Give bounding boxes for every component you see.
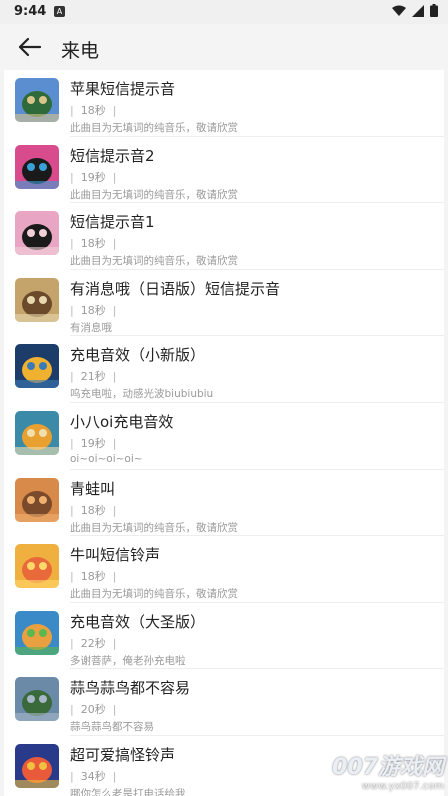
ringtone-meta: | 22秒 |	[70, 636, 117, 650]
ringtone-duration: 34秒	[80, 769, 106, 783]
ringtone-duration: 22秒	[80, 636, 106, 650]
ringtone-meta: | 19秒 |	[70, 170, 117, 184]
ringtone-name: 充电音效（大圣版）	[70, 612, 206, 631]
ringtone-duration: 18秒	[80, 570, 106, 584]
ringtone-name: 短信提示音1	[70, 213, 155, 232]
ringtone-description: 多谢菩萨，俺老孙充电啦	[70, 654, 186, 667]
ringtone-duration: 18秒	[80, 503, 106, 517]
watermark-logo: 007游戏网	[332, 755, 444, 780]
ringtone-list-item[interactable]: 有消息哦（日语版）短信提示音 | 18秒 | 有消息哦	[4, 270, 444, 337]
ringtone-meta: | 19秒 |	[70, 436, 117, 450]
ringtone-description: oi~oi~oi~oi~	[70, 452, 143, 465]
ringtone-list-item[interactable]: 充电音效（大圣版） | 22秒 | 多谢菩萨，俺老孙充电啦	[4, 603, 444, 670]
ringtone-list-item[interactable]: 苹果短信提示音 | 18秒 | 此曲目为无填词的纯音乐，敬请欣赏	[4, 70, 444, 137]
ringtone-name: 短信提示音2	[70, 146, 155, 165]
app-bar: 来电	[0, 24, 448, 70]
ringtone-duration: 19秒	[80, 170, 106, 184]
ringtone-meta: | 21秒 |	[70, 370, 117, 384]
ringtone-meta: | 18秒 |	[70, 237, 117, 251]
status-time: 9:44	[14, 4, 47, 19]
ringtone-meta: | 20秒 |	[70, 703, 117, 717]
ringtone-duration: 18秒	[80, 104, 106, 117]
ringtone-description: 哪你怎么老是打电话给我	[70, 787, 186, 796]
ringtone-description: 蒜鸟蒜鸟都不容易	[70, 721, 154, 734]
ringtone-cover-thumbnail	[15, 344, 59, 389]
ringtone-list-item[interactable]: 短信提示音2 | 19秒 | 此曲目为无填词的纯音乐，敬请欣赏	[4, 137, 444, 204]
page-title: 来电	[61, 40, 100, 62]
ringtone-duration: 21秒	[80, 370, 106, 384]
watermark: 007游戏网 www.yx007.com	[332, 749, 444, 792]
battery-icon	[430, 4, 438, 17]
status-bar: 9:44 A	[0, 0, 448, 24]
ringtone-meta: | 34秒 |	[70, 769, 117, 783]
ringtone-meta: | 18秒 |	[70, 104, 117, 117]
ringtone-name: 超可爱搞怪铃声	[70, 745, 176, 764]
ringtone-list-item[interactable]: 充电音效（小新版） | 21秒 | 呜充电啦，动感光波biubiubiu	[4, 336, 444, 403]
ringtone-description: 此曲目为无填词的纯音乐，敬请欣赏	[70, 255, 238, 268]
ringtone-name: 蒜鸟蒜鸟都不容易	[70, 679, 191, 698]
ringtone-list-item[interactable]: 青蛙叫 | 18秒 | 此曲目为无填词的纯音乐，敬请欣赏	[4, 470, 444, 537]
ringtone-cover-thumbnail	[15, 410, 59, 455]
ringtone-description: 呜充电啦，动感光波biubiubiu	[70, 388, 214, 401]
ringtone-name: 苹果短信提示音	[70, 80, 176, 98]
ringtone-name: 有消息哦（日语版）短信提示音	[70, 279, 281, 298]
ringtone-cover-thumbnail	[15, 477, 59, 522]
ringtone-list-item[interactable]: 蒜鸟蒜鸟都不容易 | 20秒 | 蒜鸟蒜鸟都不容易	[4, 669, 444, 736]
ringtone-duration: 18秒	[80, 303, 106, 317]
ringtone-meta: | 18秒 |	[70, 303, 117, 317]
notification-app-icon: A	[54, 6, 65, 17]
ringtone-cover-thumbnail	[15, 277, 59, 322]
ringtone-description: 此曲目为无填词的纯音乐，敬请欣赏	[70, 588, 238, 601]
status-icons	[392, 4, 438, 17]
ringtone-cover-thumbnail	[15, 211, 59, 256]
ringtone-name: 青蛙叫	[70, 479, 116, 498]
ringtone-name: 牛叫短信铃声	[70, 546, 161, 565]
ringtone-description: 此曲目为无填词的纯音乐，敬请欣赏	[70, 122, 238, 134]
ringtone-list-item[interactable]: 牛叫短信铃声 | 18秒 | 此曲目为无填词的纯音乐，敬请欣赏	[4, 536, 444, 603]
ringtone-description: 有消息哦	[70, 321, 112, 334]
ringtone-cover-thumbnail	[15, 144, 59, 189]
ringtone-cover-thumbnail	[15, 78, 59, 122]
back-arrow-icon[interactable]	[16, 35, 44, 59]
ringtone-meta: | 18秒 |	[70, 570, 117, 584]
ringtone-cover-thumbnail	[15, 677, 59, 722]
ringtone-duration: 18秒	[80, 237, 106, 251]
ringtone-duration: 19秒	[80, 436, 106, 450]
ringtone-list[interactable]: 苹果短信提示音 | 18秒 | 此曲目为无填词的纯音乐，敬请欣赏 短信提示音2 …	[4, 70, 444, 796]
signal-icon	[412, 4, 424, 17]
ringtone-cover-thumbnail	[15, 544, 59, 589]
ringtone-description: 此曲目为无填词的纯音乐，敬请欣赏	[70, 188, 238, 201]
watermark-url: www.yx007.com	[361, 781, 444, 792]
ringtone-cover-thumbnail	[15, 743, 59, 788]
ringtone-name: 小八oi充电音效	[70, 412, 174, 431]
ringtone-list-item[interactable]: 小八oi充电音效 | 19秒 | oi~oi~oi~oi~	[4, 403, 444, 470]
ringtone-description: 此曲目为无填词的纯音乐，敬请欣赏	[70, 521, 238, 534]
ringtone-list-item[interactable]: 短信提示音1 | 18秒 | 此曲目为无填词的纯音乐，敬请欣赏	[4, 203, 444, 270]
wifi-icon	[392, 5, 406, 16]
ringtone-meta: | 18秒 |	[70, 503, 117, 517]
ringtone-cover-thumbnail	[15, 610, 59, 655]
ringtone-duration: 20秒	[80, 703, 106, 717]
ringtone-name: 充电音效（小新版）	[70, 346, 206, 365]
